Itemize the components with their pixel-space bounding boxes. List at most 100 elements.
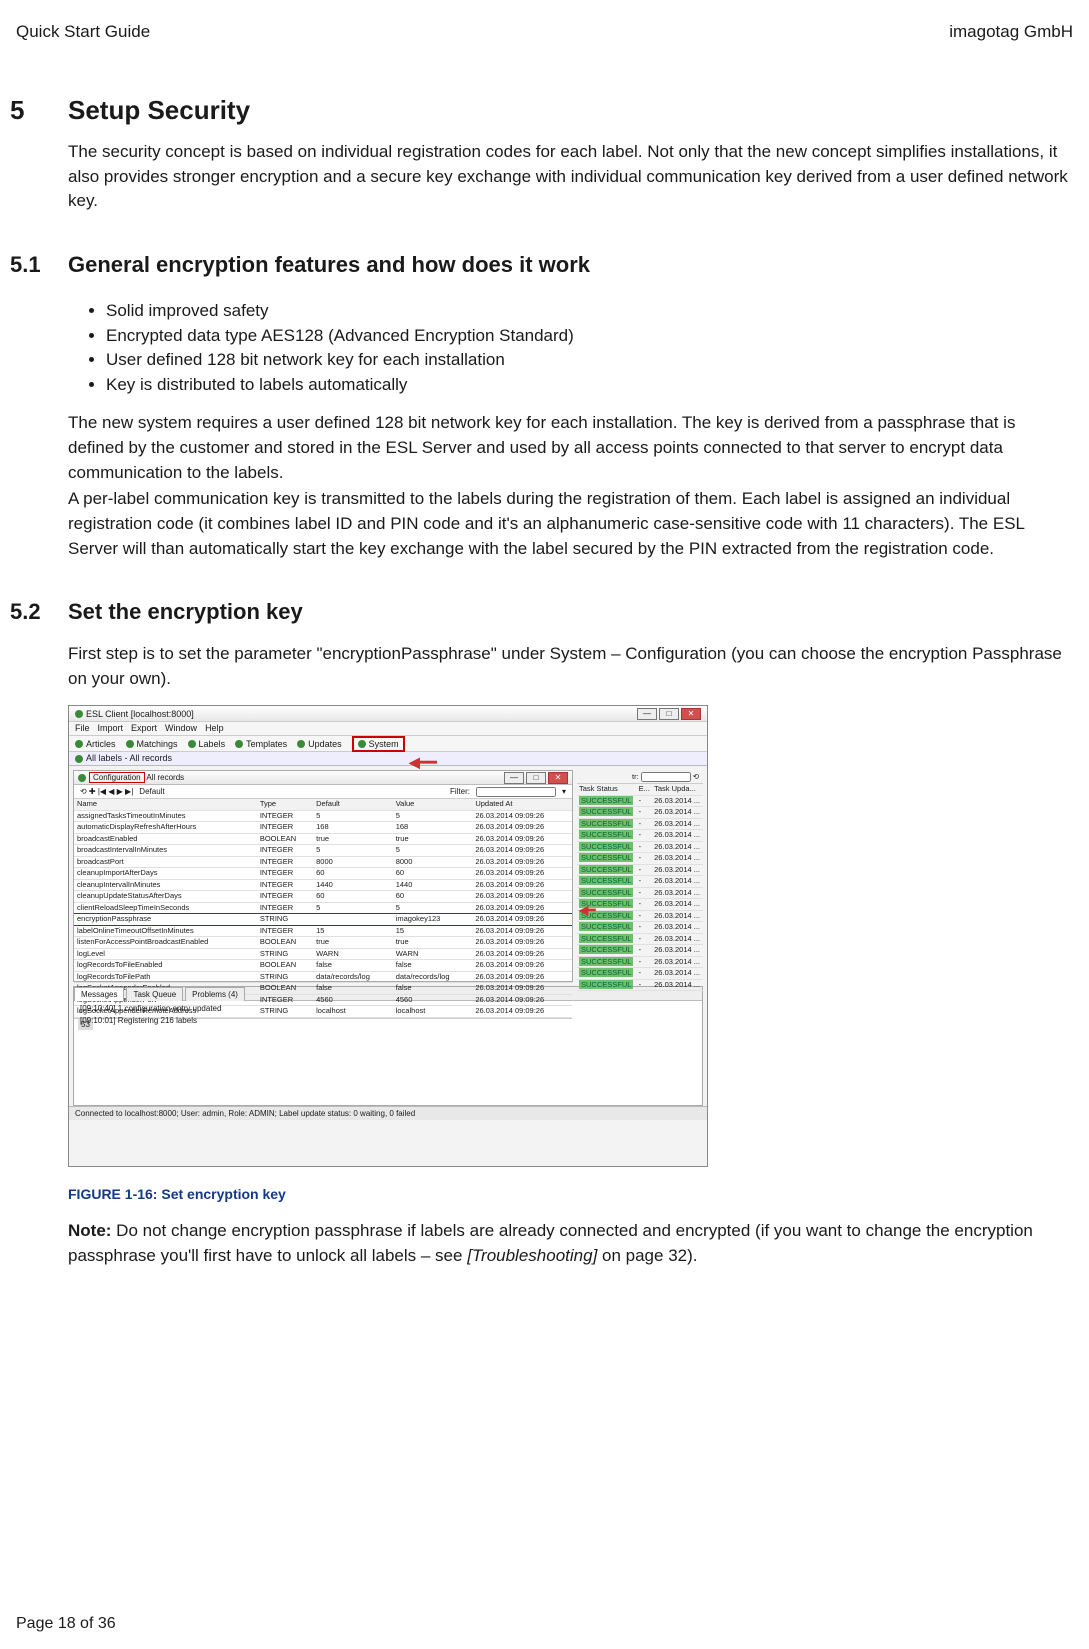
table-row[interactable]: SUCCESSFUL-26.03.2014 ... (577, 807, 703, 819)
table-row[interactable]: SUCCESSFUL-26.03.2014 ... (577, 910, 703, 922)
bullet-item: Key is distributed to labels automatical… (106, 373, 1079, 398)
toolbar-default: Default (139, 786, 164, 797)
header-left: Quick Start Guide (16, 20, 150, 44)
tab-matchings[interactable]: Matchings (126, 738, 178, 751)
sec5-num: 5 (10, 92, 40, 128)
panel-maximize-button[interactable]: □ (526, 772, 546, 784)
tab-updates[interactable]: Updates (297, 738, 342, 751)
table-row[interactable]: SUCCESSFUL-26.03.2014 ... (577, 841, 703, 853)
table-row[interactable]: SUCCESSFUL-26.03.2014 ... (577, 968, 703, 980)
bullet-item: User defined 128 bit network key for eac… (106, 348, 1079, 373)
table-row[interactable]: cleanupImportAfterDaysINTEGER606026.03.2… (74, 868, 572, 880)
sec5-p1: The security concept is based on individ… (68, 140, 1075, 214)
window-minimize-button[interactable]: — (637, 708, 657, 720)
table-row[interactable]: SUCCESSFUL-26.03.2014 ... (577, 945, 703, 957)
note-text3: on page 32). (597, 1246, 697, 1265)
table-row[interactable]: broadcastPortINTEGER8000800026.03.2014 0… (74, 856, 572, 868)
subheader-text: All labels - All records (86, 753, 172, 763)
table-row[interactable]: automaticDisplayRefreshAfterHoursINTEGER… (74, 822, 572, 834)
col-updated[interactable]: Updated At (472, 799, 572, 810)
panel-close-button[interactable]: ✕ (548, 772, 568, 784)
side-filter-input[interactable] (641, 772, 691, 782)
table-row[interactable]: logLevelSTRINGWARNWARN26.03.2014 09:09:2… (74, 948, 572, 960)
filter-input[interactable] (476, 787, 556, 797)
side-col-e[interactable]: E... (637, 784, 653, 795)
msgtab-messages[interactable]: Messages (74, 987, 124, 1001)
window-maximize-button[interactable]: □ (659, 708, 679, 720)
bullet-item: Solid improved safety (106, 299, 1079, 324)
page-footer: Page 18 of 36 (16, 1613, 116, 1635)
side-col-status[interactable]: Task Status (577, 784, 637, 795)
panel-minimize-button[interactable]: — (504, 772, 524, 784)
table-row[interactable]: SUCCESSFUL-26.03.2014 ... (577, 979, 703, 991)
note-troubleshooting-link: [Troubleshooting] (467, 1246, 597, 1265)
table-row[interactable]: logRecordsToFilePathSTRINGdata/records/l… (74, 971, 572, 983)
col-name[interactable]: Name (74, 799, 257, 810)
tab-system[interactable]: System (352, 736, 405, 753)
table-row[interactable]: SUCCESSFUL-26.03.2014 ... (577, 922, 703, 934)
config-title-b: All records (146, 773, 184, 782)
config-title-a[interactable]: Configuration (89, 772, 145, 783)
table-row[interactable]: clientReloadSleepTimeInSecondsINTEGER552… (74, 902, 572, 914)
table-row[interactable]: cleanupUpdateStatusAfterDaysINTEGER60602… (74, 891, 572, 903)
sec51-bullets: Solid improved safety Encrypted data typ… (106, 299, 1079, 398)
sec51-num: 5.1 (10, 250, 44, 281)
configuration-table: Name Type Default Value Updated At assig… (74, 799, 572, 1018)
table-row[interactable]: SUCCESSFUL-26.03.2014 ... (577, 830, 703, 842)
menu-file[interactable]: File (75, 722, 90, 735)
msgtab-problems[interactable]: Problems (4) (185, 987, 245, 1001)
table-row[interactable]: SUCCESSFUL-26.03.2014 ... (577, 864, 703, 876)
msgtab-taskqueue[interactable]: Task Queue (126, 987, 183, 1001)
table-row[interactable]: labelOnlineTimeoutOffsetInMinutesINTEGER… (74, 925, 572, 937)
annotation-arrow-system: ◀━━ (409, 753, 437, 773)
menu-window[interactable]: Window (165, 722, 197, 735)
sec51-p2: A per-label communication key is transmi… (68, 487, 1075, 561)
table-row[interactable]: SUCCESSFUL-26.03.2014 ... (577, 887, 703, 899)
table-row[interactable]: SUCCESSFUL-26.03.2014 ... (577, 853, 703, 865)
configuration-panel: Configuration All records — □ ✕ ⟲ ✚ |◀ ◀… (73, 770, 573, 982)
table-row[interactable]: assignedTasksTimeoutInMinutesINTEGER5526… (74, 810, 572, 822)
sec5-title: Setup Security (68, 92, 250, 128)
toolbar-nav-icons[interactable]: ⟲ ✚ |◀ ◀ ▶ ▶| (80, 786, 133, 797)
side-rhs-label: tr: (632, 772, 639, 783)
tab-labels[interactable]: Labels (188, 738, 226, 751)
menu-import[interactable]: Import (98, 722, 124, 735)
window-close-button[interactable]: ✕ (681, 708, 701, 720)
note-paragraph: Note: Do not change encryption passphras… (68, 1219, 1075, 1268)
table-row[interactable]: logRecordsToFileEnabledBOOLEANfalsefalse… (74, 960, 572, 972)
table-row[interactable]: SUCCESSFUL-26.03.2014 ... (577, 818, 703, 830)
sec52-p1: First step is to set the parameter "encr… (68, 642, 1075, 691)
table-row[interactable]: cleanupIntervalInMinutesINTEGER144014402… (74, 879, 572, 891)
tab-articles[interactable]: Articles (75, 738, 116, 751)
table-row[interactable]: SUCCESSFUL-26.03.2014 ... (577, 876, 703, 888)
table-row[interactable]: SUCCESSFUL-26.03.2014 ... (577, 899, 703, 911)
col-default[interactable]: Default (313, 799, 393, 810)
sec52-num: 5.2 (10, 597, 44, 628)
side-refresh-icon[interactable]: ⟲ (693, 772, 699, 783)
menu-help[interactable]: Help (205, 722, 224, 735)
annotation-arrow-value: ◀━ (579, 902, 595, 919)
table-row[interactable]: broadcastIntervalInMinutesINTEGER5526.03… (74, 845, 572, 857)
bullet-item: Encrypted data type AES128 (Advanced Enc… (106, 324, 1079, 349)
table-row[interactable]: SUCCESSFUL-26.03.2014 ... (577, 795, 703, 807)
table-row[interactable]: listenForAccessPointBroadcastEnabledBOOL… (74, 937, 572, 949)
figure-caption: FIGURE 1-16: Set encryption key (68, 1185, 1079, 1205)
col-type[interactable]: Type (257, 799, 313, 810)
side-col-upd[interactable]: Task Upda... (652, 784, 703, 795)
filter-label: Filter: (450, 786, 470, 797)
table-row[interactable]: SUCCESSFUL-26.03.2014 ... (577, 933, 703, 945)
menu-export[interactable]: Export (131, 722, 157, 735)
tab-templates[interactable]: Templates (235, 738, 287, 751)
sec51-p1: The new system requires a user defined 1… (68, 411, 1075, 485)
sec52-title: Set the encryption key (68, 597, 303, 628)
status-bar: Connected to localhost:8000; User: admin… (69, 1106, 707, 1120)
figure-screenshot: ESL Client [localhost:8000] — □ ✕ File I… (68, 705, 708, 1167)
filter-dropdown-icon[interactable]: ▾ (562, 786, 566, 797)
table-row[interactable]: SUCCESSFUL-26.03.2014 ... (577, 956, 703, 968)
task-status-panel: tr: ⟲ Task Status E... Task Upda... SUCC… (577, 770, 703, 982)
note-label: Note: (68, 1221, 111, 1240)
col-value[interactable]: Value (393, 799, 473, 810)
table-row[interactable]: broadcastEnabledBOOLEANtruetrue26.03.201… (74, 833, 572, 845)
table-row[interactable]: encryptionPassphraseSTRINGimagokey12326.… (74, 914, 572, 926)
header-right: imagotag GmbH (949, 20, 1073, 44)
